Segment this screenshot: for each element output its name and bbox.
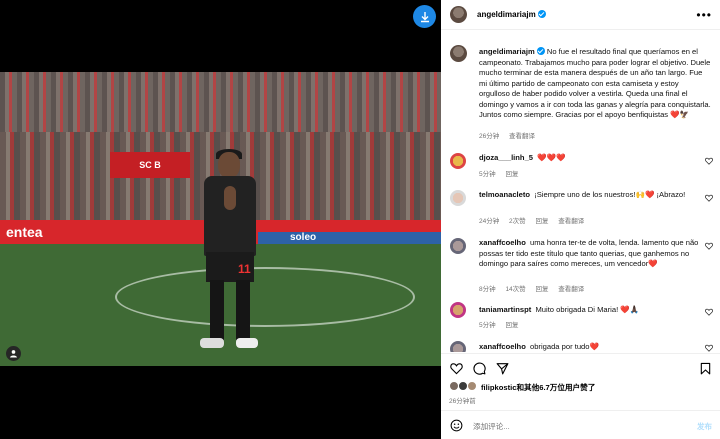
caption-meta: 26分钟 查看翻译 [479,130,543,140]
post-timestamp: 26分钟前 [449,398,476,405]
comment-avatar[interactable] [450,153,466,169]
author-username[interactable]: angeldimariajm [477,10,546,19]
comment-body: telmoanacleto ¡Siempre uno de los nuestr… [479,190,699,201]
comment-time: 5分钟 [479,322,496,329]
post-action-bar [441,353,720,379]
likes-text[interactable]: filipkostic和其他6.7万位用户赞了 [481,382,595,393]
player-shorts-number: 11 [238,262,251,276]
comment-reply-button[interactable]: 回复 [505,171,518,178]
comment-body: xanaffcoelho obrigada por tudo❤️ [479,342,699,352]
liker-avatar [467,381,477,391]
caption-author-avatar[interactable] [450,45,467,62]
post-caption: angeldimariajm No fue el resultado final… [479,47,711,121]
player-hands [224,186,236,210]
comment-body: djoza___linh_5 ❤️❤️❤️ [479,153,699,164]
comment-item: taniamartinspt Muito obrigada Di Maria! … [441,300,720,330]
comment-item: djoza___linh_5 ❤️❤️❤️ 5分钟 回复 [441,150,720,180]
bookmark-icon[interactable] [699,362,712,375]
comment-text: ❤️❤️❤️ [537,153,566,162]
comment-reply-button[interactable]: 回复 [535,218,548,225]
comment-username[interactable]: djoza___linh_5 [479,153,533,162]
comment-like-heart-icon[interactable] [705,157,713,165]
post-comment-button[interactable]: 发布 [697,421,712,432]
author-avatar[interactable] [450,6,467,23]
comment-username[interactable]: taniamartinspt [479,305,531,314]
player-shoe-left [200,338,224,348]
player-leg-right [236,280,250,340]
comment-username[interactable]: xanaffcoelho [479,342,526,351]
scoreboard-text: SC B [139,160,161,170]
comment-likes[interactable]: 14次赞 [505,286,525,293]
caption-emoji: ❤️🦅 [670,110,690,119]
verified-badge-icon [537,10,546,18]
ad-board-right-text: soleo [290,232,317,243]
emoji-icon[interactable] [450,419,463,432]
author-username-text[interactable]: angeldimariajm [477,10,536,19]
post-info-pane: angeldimariajm ••• angeldimariajm No fue… [441,0,720,439]
caption-time: 26分钟 [479,133,500,140]
comment-avatar[interactable] [450,341,466,352]
comment-reply-button[interactable]: 回复 [505,322,518,329]
download-button[interactable] [413,5,436,28]
heart-icon[interactable] [450,362,463,375]
comment-like-heart-icon[interactable] [705,242,713,250]
comment-username[interactable]: xanaffcoelho [479,238,526,247]
more-options-button[interactable]: ••• [696,8,712,22]
comment-time: 24分钟 [479,218,500,225]
comment-item: xanaffcoelho obrigada por tudo❤️ [441,338,720,352]
comment-avatar[interactable] [450,238,466,254]
comment-meta: 8分钟 14次赞 回复 查看翻译 [479,283,592,293]
post-media-pane: SC B entea soleo 11 [0,0,441,439]
comment-body: xanaffcoelho uma honra ter-te de volta, … [479,238,699,270]
stadium-stands-upper [0,72,441,132]
liker-avatars [449,381,479,391]
comment-meta: 5分钟 回复 [479,319,526,329]
player-figure: 11 [196,149,266,362]
comment-text: ¡Siempre uno de los nuestros!🙌❤️ ¡Abrazo… [534,190,686,199]
comment-username[interactable]: telmoanacleto [479,190,530,199]
comment-meta: 24分钟 2次赞 回复 查看翻译 [479,215,592,225]
comment-icon[interactable] [473,362,486,375]
comment-likes[interactable]: 2次赞 [509,218,526,225]
player-shoe-right [236,338,258,348]
post-photo[interactable]: SC B entea soleo 11 [0,72,441,366]
comment-meta: 5分钟 回复 [479,168,526,178]
comment-avatar[interactable] [450,302,466,318]
comment-like-heart-icon[interactable] [705,344,713,352]
caption-text: No fue el resultado final que queríamos … [479,47,711,119]
add-comment-bar: 添加评论... 发布 [441,410,720,439]
comment-like-heart-icon[interactable] [705,308,713,316]
person-tag-icon [10,350,17,358]
caption-translate-link[interactable]: 查看翻译 [509,133,535,140]
download-icon [420,11,429,22]
player-head [218,152,240,178]
comment-translate-link[interactable]: 查看翻译 [558,286,584,293]
stadium-scoreboard: SC B [110,152,190,178]
comment-input[interactable]: 添加评论... [473,421,510,432]
comment-text: Muito obrigada Di Maria! ❤️🙏🏿 [535,305,640,314]
share-icon[interactable] [496,362,509,375]
likes-summary[interactable]: filipkostic和其他6.7万位用户赞了 [449,381,709,393]
comment-time: 5分钟 [479,171,496,178]
post-header: angeldimariajm ••• [441,0,720,30]
comment-translate-link[interactable]: 查看翻译 [558,218,584,225]
more-horizontal-icon: ••• [696,8,712,22]
comment-item: telmoanacleto ¡Siempre uno de los nuestr… [441,187,720,227]
verified-badge-icon [536,47,545,55]
comment-item: xanaffcoelho uma honra ter-te de volta, … [441,235,720,293]
ad-board-text: entea [6,224,43,240]
caption-username[interactable]: angeldimariajm [479,47,535,56]
tagged-users-button[interactable] [6,346,21,361]
comment-time: 8分钟 [479,286,496,293]
comment-body: taniamartinspt Muito obrigada Di Maria! … [479,305,699,316]
comment-avatar[interactable] [450,190,466,206]
comment-like-heart-icon[interactable] [705,194,713,202]
player-leg-left [210,280,224,340]
comment-text: obrigada por tudo❤️ [529,342,599,351]
comment-reply-button[interactable]: 回复 [535,286,548,293]
